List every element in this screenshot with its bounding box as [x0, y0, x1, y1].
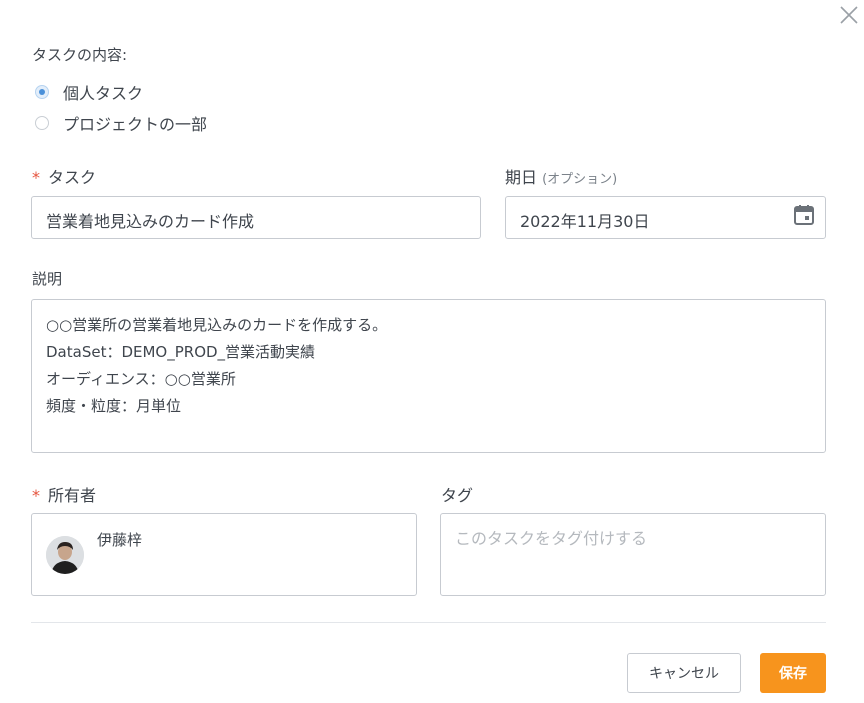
required-mark: * [32, 486, 40, 505]
save-button[interactable]: 保存 [760, 653, 826, 693]
description-textarea[interactable]: ○○営業所の営業着地見込みのカードを作成する。 DataSet：DEMO_PRO… [31, 299, 826, 453]
radio-project-part[interactable]: プロジェクトの一部 [35, 111, 207, 135]
task-label: * タスク [32, 164, 96, 188]
close-icon[interactable] [838, 4, 860, 26]
calendar-icon[interactable] [792, 203, 816, 227]
owner-label: * 所有者 [32, 482, 96, 506]
owner-name: 伊藤梓 [97, 531, 143, 549]
description-line: ○○営業所の営業着地見込みのカードを作成する。 [46, 316, 388, 334]
radio-personal-task[interactable]: 個人タスク [35, 80, 143, 104]
divider [31, 622, 826, 623]
task-label-text: タスク [48, 168, 97, 187]
description-content: ○○営業所の営業着地見込みのカードを作成する。 DataSet：DEMO_PRO… [46, 312, 387, 420]
description-line: 頻度・粒度：月単位 [46, 397, 182, 415]
description-line: DataSet：DEMO_PROD_営業活動実績 [46, 343, 316, 361]
radio-project-part-label: プロジェクトの一部 [63, 115, 208, 134]
due-date-value: 2022年11月30日 [520, 212, 650, 231]
due-date-label-text: 期日 [505, 168, 538, 187]
radio-personal-task-label: 個人タスク [63, 84, 144, 103]
description-line: オーディエンス：○○営業所 [46, 370, 236, 388]
cancel-button[interactable]: キャンセル [627, 653, 741, 693]
owner-label-text: 所有者 [48, 486, 97, 505]
avatar [46, 536, 84, 574]
description-label: 説明 [32, 270, 63, 288]
tags-input[interactable]: このタスクをタグ付けする [440, 513, 826, 596]
due-date-hint: (オプション) [542, 172, 618, 187]
due-date-label: 期日 (オプション) [505, 164, 617, 188]
tags-label: タグ [441, 486, 474, 505]
radio-button-unchecked[interactable] [35, 116, 49, 130]
required-mark: * [32, 168, 40, 187]
task-input-value: 営業着地見込みのカード作成 [46, 212, 255, 231]
owner-field[interactable] [31, 513, 417, 596]
tags-placeholder: このタスクをタグ付けする [455, 529, 648, 548]
task-type-label: タスクの内容: [32, 46, 128, 64]
due-date-input[interactable]: 2022年11月30日 [505, 196, 826, 239]
radio-button-checked[interactable] [35, 85, 49, 99]
task-input[interactable]: 営業着地見込みのカード作成 [31, 196, 481, 239]
